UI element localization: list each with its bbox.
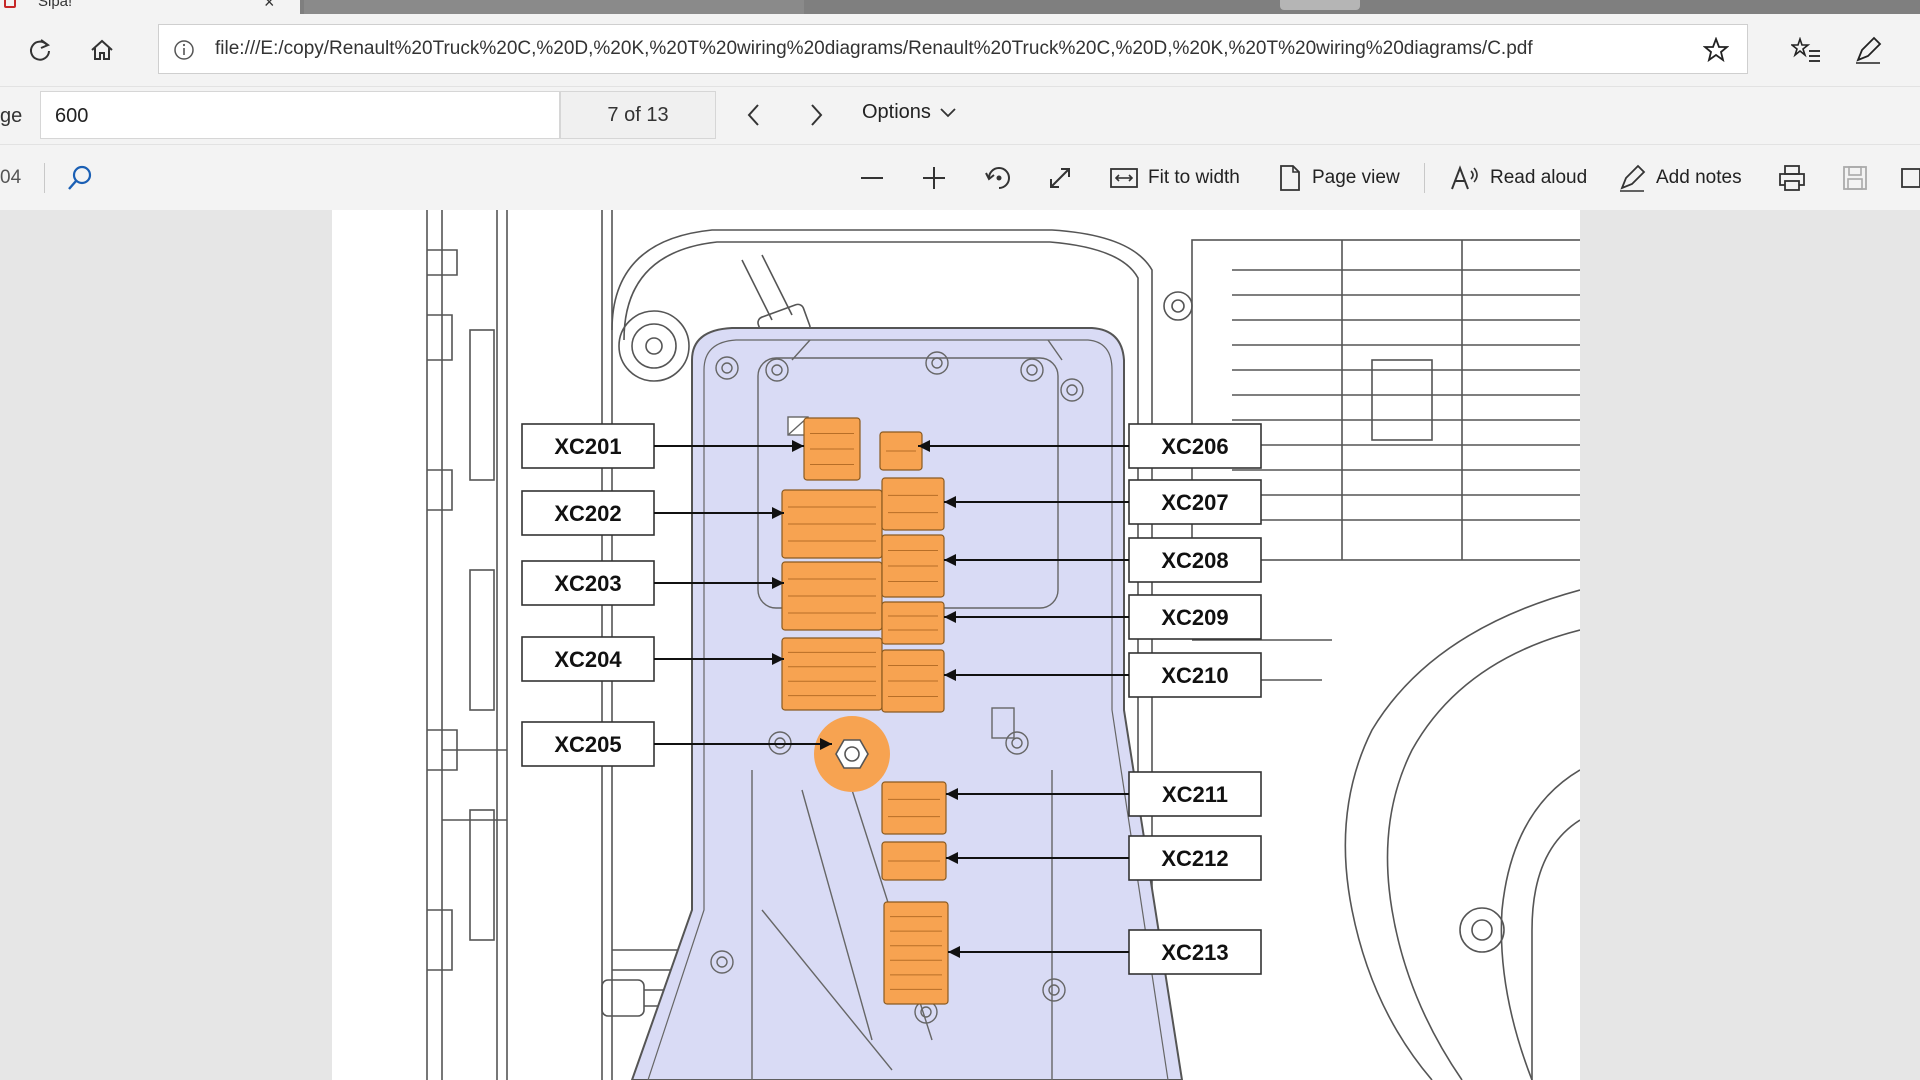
minus-icon (861, 177, 883, 179)
url-field[interactable]: file:///E:/copy/Renault%20Truck%20C,%20D… (158, 24, 1748, 74)
page-count: 7 of 13 (560, 91, 716, 139)
favorite-star-icon[interactable] (1703, 37, 1729, 63)
tab-preview-indicator (1280, 0, 1360, 10)
read-aloud-icon (1451, 165, 1478, 190)
document-area[interactable]: XC201 XC202 XC203 XC204 XC205 XC206 XC207 XC208… (0, 210, 1920, 1080)
XC201-label: XC201 (554, 434, 621, 459)
save-as-icon (1901, 168, 1920, 188)
save-icon (1843, 166, 1867, 190)
previous-page-button[interactable] (734, 95, 774, 135)
search-button[interactable] (66, 159, 94, 197)
XC212-label: XC212 (1161, 846, 1228, 871)
xc204-connector (781, 637, 883, 711)
next-page-button[interactable] (796, 95, 836, 135)
tab-inactive[interactable] (304, 0, 804, 14)
XC205-label: XC205 (554, 732, 621, 757)
xc207-connector (881, 477, 945, 531)
save-button[interactable] (1842, 159, 1868, 197)
pen-icon (1856, 36, 1882, 64)
add-notes-button[interactable]: Add notes (1618, 159, 1742, 197)
address-bar: file:///E:/copy/Renault%20Truck%20C,%20D… (0, 14, 1920, 86)
page-view-button[interactable]: Page view (1278, 159, 1400, 197)
xc213-connector (883, 901, 949, 1005)
chevron-right-icon (811, 104, 823, 126)
add-notes-label: Add notes (1656, 167, 1742, 188)
chevron-left-icon (747, 104, 759, 126)
toolbar-separator (44, 163, 45, 193)
read-aloud-label: Read aloud (1490, 167, 1588, 188)
wiring-diagram: XC201 XC202 XC203 XC204 XC205 XC206 XC207 XC208… (426, 210, 1580, 1080)
XC213-label: XC213 (1161, 940, 1228, 965)
XC202-label: XC202 (554, 501, 621, 526)
XC208-label: XC208 (1161, 548, 1228, 573)
XC210-label: XC210 (1161, 663, 1228, 688)
xc205-nut-icon (835, 739, 869, 769)
XC206-label: XC206 (1161, 434, 1228, 459)
home-button[interactable] (80, 32, 124, 68)
tab-close-icon[interactable]: × (264, 0, 275, 13)
page-navigation-bar: ge 600 7 of 13 Options (0, 86, 1920, 144)
add-notes-pen-icon (1620, 164, 1646, 192)
XC204-label: XC204 (554, 647, 622, 672)
rotate-icon (985, 167, 1010, 189)
tab-title: Sipa! (38, 0, 73, 10)
XC211-label: XC211 (1162, 782, 1228, 807)
page-view-icon (1280, 165, 1300, 191)
options-dropdown[interactable]: Options (862, 101, 957, 124)
fit-to-width-button[interactable]: Fit to width (1110, 159, 1240, 197)
tab-strip: Sipa! × (0, 0, 1920, 14)
home-icon (91, 39, 113, 60)
rotate-button[interactable] (984, 159, 1014, 197)
print-icon (1779, 165, 1805, 191)
expand-icon (1050, 168, 1070, 188)
XC203-label: XC203 (554, 571, 621, 596)
page-label: ge (0, 105, 23, 127)
XC207-label: XC207 (1161, 490, 1228, 515)
options-label: Options (862, 101, 931, 123)
tab-active[interactable]: Sipa! × (0, 0, 300, 14)
plus-icon (923, 167, 945, 189)
search-icon (68, 165, 92, 190)
more-button[interactable] (1900, 159, 1920, 197)
favorites-button[interactable] (1786, 32, 1826, 68)
xc211-connector (881, 781, 947, 835)
chevron-down-icon (940, 107, 956, 117)
favorites-list-icon (1791, 37, 1820, 62)
refresh-icon (30, 39, 51, 61)
pdf-toolbar: 04 Fit to width Page view Read aloud Add… (0, 144, 1920, 210)
pen-button[interactable] (1848, 32, 1888, 68)
info-icon[interactable] (173, 39, 195, 61)
fit-to-width-label: Fit to width (1148, 167, 1240, 188)
url-text: file:///E:/copy/Renault%20Truck%20C,%20D… (215, 38, 1533, 59)
zoom-in-button[interactable] (920, 159, 948, 197)
pdf-page: XC201 XC202 XC203 XC204 XC205 XC206 XC207 XC208… (332, 210, 1580, 1080)
toolbar-separator (1424, 163, 1425, 193)
xc209-connector (881, 601, 945, 645)
read-aloud-button[interactable]: Read aloud (1450, 159, 1587, 197)
full-screen-button[interactable] (1046, 159, 1074, 197)
zoom-out-button[interactable] (858, 159, 886, 197)
print-button[interactable] (1778, 159, 1806, 197)
XC209-label: XC209 (1161, 605, 1228, 630)
page-number-fragment: 04 (0, 167, 22, 188)
pdf-favicon-icon (4, 0, 16, 8)
page-number-input[interactable]: 600 (40, 91, 560, 139)
page-view-label: Page view (1312, 167, 1400, 188)
fit-width-icon (1110, 168, 1138, 188)
refresh-button[interactable] (18, 32, 62, 68)
